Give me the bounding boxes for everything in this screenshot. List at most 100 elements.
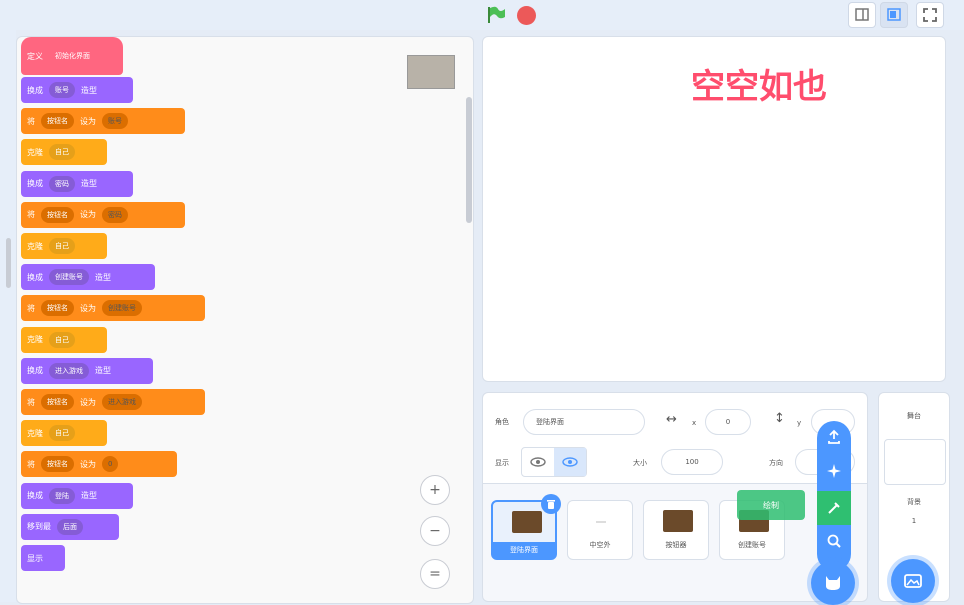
choose-sprite-button[interactable] xyxy=(811,561,855,605)
code-scrollbar[interactable] xyxy=(466,97,472,223)
upload-icon[interactable] xyxy=(826,429,842,445)
direction-label: 方向 xyxy=(769,459,783,467)
block-label: 造型 xyxy=(81,85,97,95)
block-label: 克隆 xyxy=(27,428,43,438)
looks-block[interactable]: 显示 xyxy=(21,545,65,571)
show-visible-button[interactable] xyxy=(522,448,554,476)
block-dropdown[interactable]: 登陆 xyxy=(49,487,75,504)
block-dropdown[interactable]: 自己 xyxy=(49,238,75,254)
size-input[interactable]: 100 xyxy=(661,449,723,475)
small-stage-button[interactable] xyxy=(848,2,876,28)
block-label: 设为 xyxy=(80,210,96,220)
control-block[interactable]: 克隆 自己 xyxy=(21,326,107,353)
stop-icon[interactable] xyxy=(517,6,536,25)
block-dropdown[interactable]: 自己 xyxy=(49,331,75,348)
block-input[interactable]: 进入游戏 xyxy=(102,394,142,410)
x-arrow-icon: ↔ xyxy=(666,412,677,427)
block-dropdown[interactable]: 按钮名 xyxy=(41,300,74,317)
zoom-reset-button[interactable]: = xyxy=(420,559,450,589)
stage-panel[interactable]: 舞台 背景 1 xyxy=(878,392,950,603)
choose-backdrop-button[interactable] xyxy=(891,559,935,603)
sprite-name-input[interactable]: 登陆界面 xyxy=(523,409,645,435)
search-icon[interactable] xyxy=(826,533,842,549)
sprite-panel: 角色 登陆界面 ↔ x 0 ↕ y 显示 大小 100 方向 登陆界面 中空外 xyxy=(482,392,868,605)
block-label: 换成 xyxy=(27,366,43,376)
block-label: 定义 xyxy=(27,51,43,61)
block-dropdown[interactable]: 初始化界面 xyxy=(49,48,96,64)
variable-block[interactable]: 将按钮名 设为 密码 xyxy=(21,201,185,228)
show-toggle[interactable] xyxy=(521,447,587,477)
paint-brush-icon xyxy=(828,502,840,514)
add-sprite-menu xyxy=(817,421,851,571)
eye-slash-icon xyxy=(562,457,578,467)
block-input[interactable]: 密码 xyxy=(102,206,128,223)
block-label: 将 xyxy=(27,397,35,407)
block-label: 克隆 xyxy=(27,241,43,251)
looks-block[interactable]: 换成 登陆 造型 xyxy=(21,482,133,509)
define-block[interactable]: 定义 初始化界面 xyxy=(21,37,123,75)
zoom-reset-icon: = xyxy=(429,566,441,582)
block-input[interactable]: 0 xyxy=(102,456,119,473)
looks-block[interactable]: 移到最 后面 xyxy=(21,513,119,540)
block-label: 显示 xyxy=(27,553,43,563)
block-dropdown[interactable]: 按钮名 xyxy=(41,394,74,410)
stage-thumbnail xyxy=(884,439,946,485)
block-dropdown[interactable]: 账号 xyxy=(49,82,75,98)
variable-block[interactable]: 将按钮名 设为 创建账号 xyxy=(21,295,205,322)
block-label: 换成 xyxy=(27,491,43,501)
x-input[interactable]: 0 xyxy=(705,409,751,435)
sprite-tile-2[interactable]: 中空外 xyxy=(567,500,633,560)
block-dropdown[interactable]: 创建账号 xyxy=(49,269,89,286)
block-label: 将 xyxy=(27,210,35,220)
block-dropdown[interactable]: 自己 xyxy=(49,144,75,161)
y-arrow-icon: ↕ xyxy=(774,411,785,426)
looks-block[interactable]: 换成 密码 造型 xyxy=(21,170,133,197)
block-dropdown[interactable]: 自己 xyxy=(49,425,75,442)
top-bar xyxy=(0,0,964,30)
block-dropdown[interactable]: 按钮名 xyxy=(41,113,74,130)
code-area[interactable]: 定义 初始化界面 换成 账号 造型将按钮名 设为 账号 克隆 自己 换成 密码 造型将按钮名 设为 密码克… xyxy=(16,36,474,604)
zoom-out-button[interactable]: − xyxy=(420,516,450,546)
variable-block[interactable]: 将按钮名 设为 账号 xyxy=(21,108,185,135)
variable-block[interactable]: 将按钮名 设为 0 xyxy=(21,451,177,478)
surprise-icon[interactable] xyxy=(826,463,842,479)
stage[interactable]: 空空如也 xyxy=(482,36,946,382)
block-label: 换成 xyxy=(27,85,43,95)
control-block[interactable]: 克隆 自己 xyxy=(21,420,107,447)
block-label: 设为 xyxy=(80,459,96,469)
category-strip xyxy=(0,30,16,602)
x-label: x xyxy=(692,419,697,427)
sprite-tile-1[interactable]: 登陆界面 xyxy=(491,494,561,560)
block-dropdown[interactable]: 按钮名 xyxy=(41,206,74,223)
zoom-in-button[interactable]: + xyxy=(420,475,450,505)
control-block[interactable]: 克隆 自己 xyxy=(21,139,107,166)
block-label: 设为 xyxy=(80,397,96,407)
show-label: 显示 xyxy=(495,459,509,467)
green-flag-icon[interactable] xyxy=(486,6,506,24)
stage-title: 舞台 xyxy=(907,412,921,420)
block-dropdown[interactable]: 后面 xyxy=(57,518,83,535)
looks-block[interactable]: 换成 进入游戏 造型 xyxy=(21,357,153,384)
block-label: 设为 xyxy=(80,303,96,313)
fullscreen-button[interactable] xyxy=(916,2,944,28)
fullscreen-icon xyxy=(923,8,937,22)
large-stage-button[interactable] xyxy=(880,2,908,28)
block-dropdown[interactable]: 进入游戏 xyxy=(49,362,89,379)
block-input[interactable]: 账号 xyxy=(102,113,128,130)
block-label: 将 xyxy=(27,303,35,313)
backdrop-label: 背景 xyxy=(907,498,921,506)
sprite-tile-3[interactable]: 按钮器 xyxy=(643,500,709,560)
block-dropdown[interactable]: 密码 xyxy=(49,175,75,192)
control-block[interactable]: 克隆 自己 xyxy=(21,233,107,259)
looks-block[interactable]: 换成 账号 造型 xyxy=(21,77,133,103)
variable-block[interactable]: 将按钮名 设为 进入游戏 xyxy=(21,389,205,415)
block-label: 将 xyxy=(27,116,35,126)
backdrop-count: 1 xyxy=(911,517,917,525)
block-dropdown[interactable]: 按钮名 xyxy=(41,456,74,473)
looks-block[interactable]: 换成 创建账号 造型 xyxy=(21,264,155,291)
strip-scrollbar[interactable] xyxy=(6,238,11,288)
block-input[interactable]: 创建账号 xyxy=(102,300,142,317)
delete-sprite-button[interactable] xyxy=(541,494,561,514)
show-hidden-button[interactable] xyxy=(554,448,586,476)
block-label: 克隆 xyxy=(27,335,43,345)
